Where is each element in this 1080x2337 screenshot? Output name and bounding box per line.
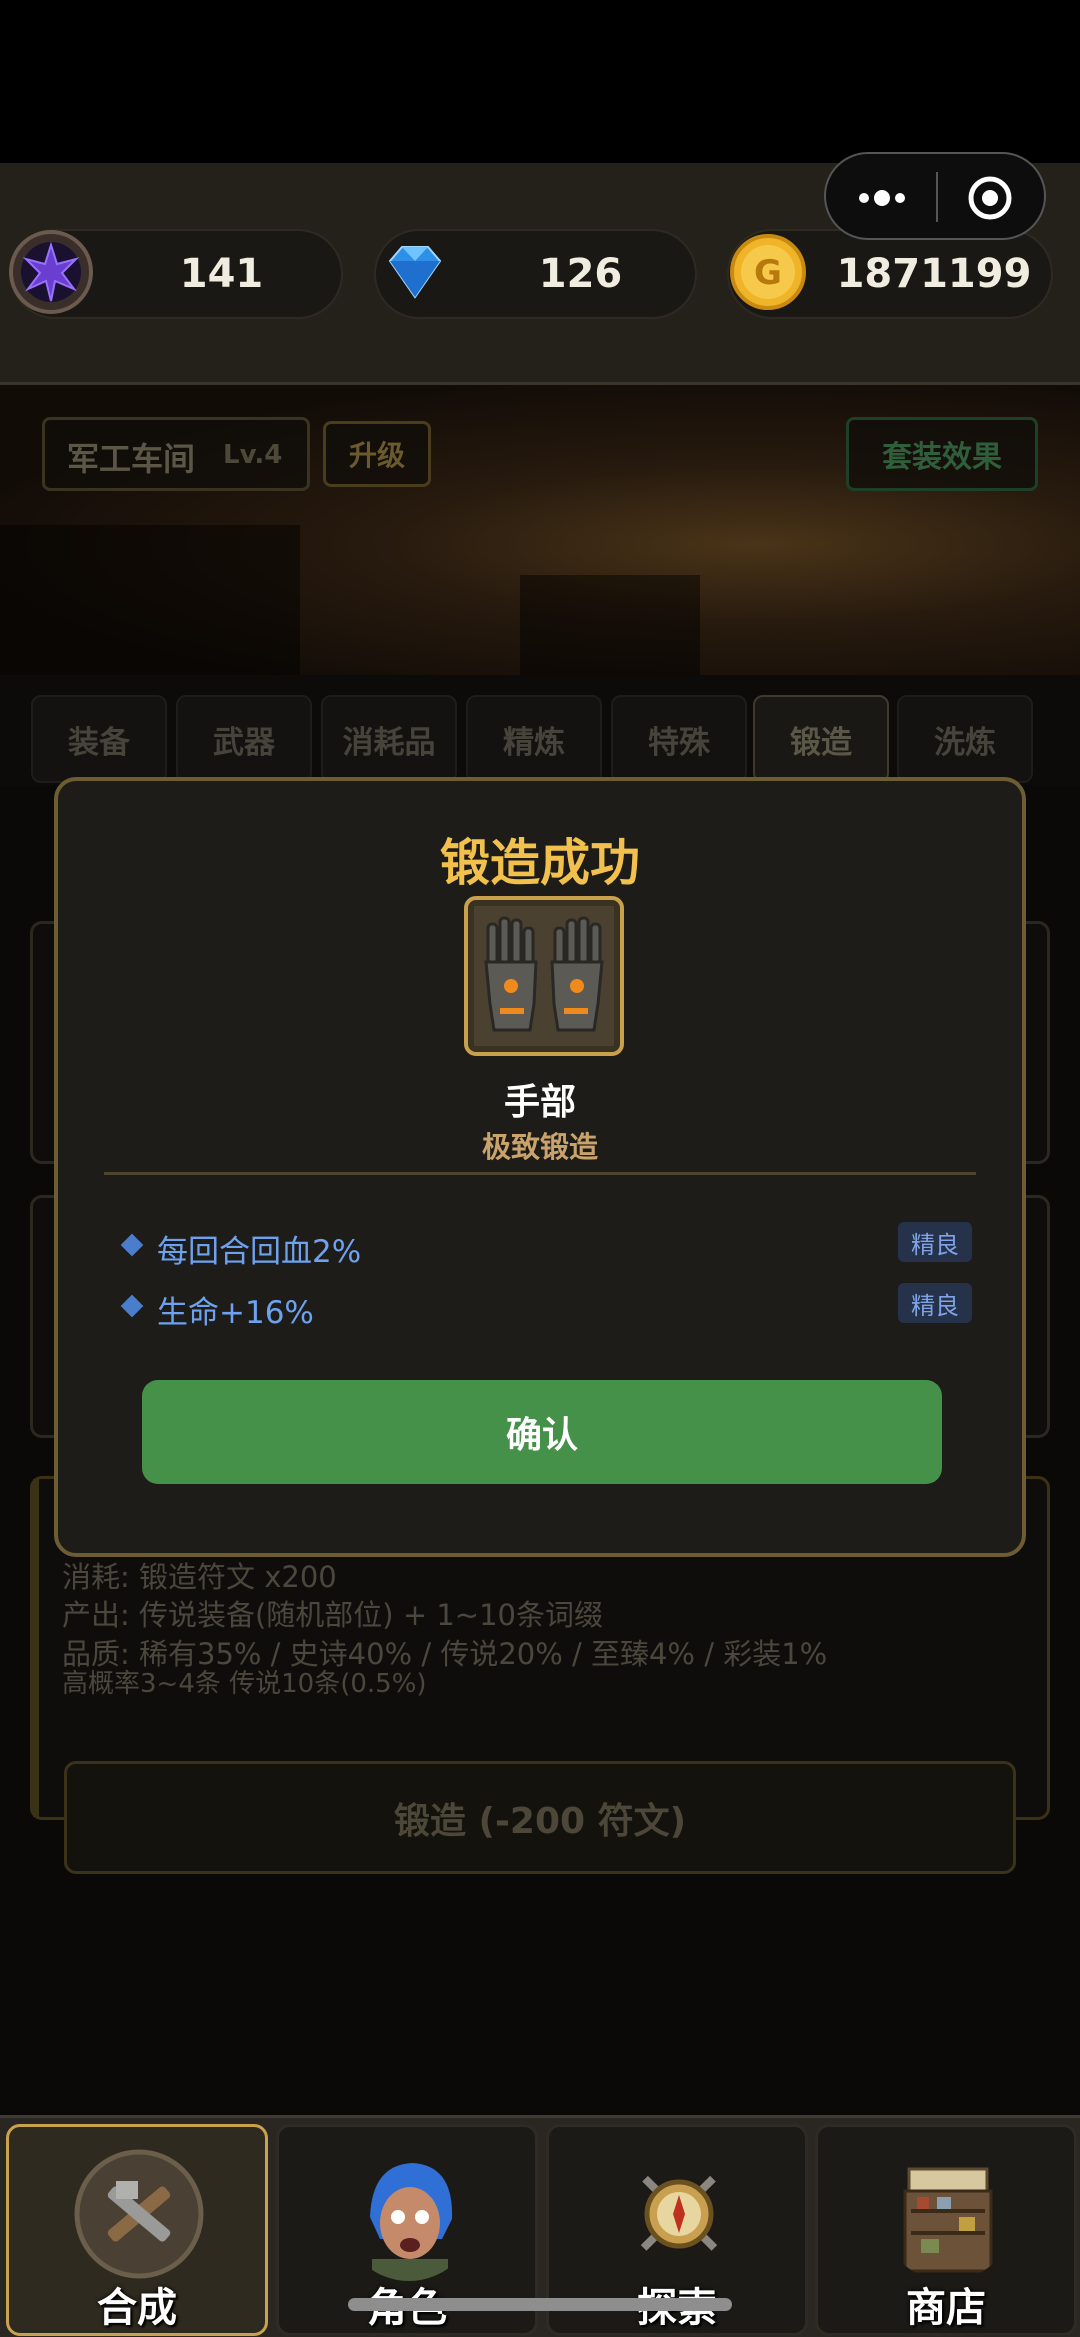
mini-program-capsule [824, 152, 1046, 240]
diamond-bullet-icon [120, 1294, 144, 1318]
workshop-level: Lv.4 [223, 440, 283, 470]
tab-consumables[interactable]: 消耗品 [321, 695, 457, 783]
tab-refine[interactable]: 精炼 [466, 695, 602, 783]
affix-text: 每回合回血2% [157, 1234, 362, 1270]
purple-rune-icon [9, 230, 93, 314]
dialog-title: 锻造成功 [440, 834, 640, 892]
gold-counter: G 1871199 [727, 229, 1053, 319]
workshop-title: 军工车间 Lv.4 [42, 417, 310, 491]
workshop-name: 军工车间 [67, 440, 196, 478]
forge-odds-text: 高概率3~4条 传说10条(0.5%) [62, 1669, 427, 1699]
affix-grade-badge: 精良 [898, 1283, 972, 1323]
upgrade-label: 升级 [348, 439, 405, 472]
item-frame [464, 896, 624, 1056]
nav-item-shop[interactable]: 商店 [815, 2124, 1077, 2336]
diamond-counter: 126 [374, 229, 697, 319]
crafting-tools-icon [74, 2149, 204, 2279]
gauntlets-icon [474, 906, 614, 1046]
forge-success-dialog: 锻造成功 手部 极致锻造 每回合回血2% 精良 生命+16% 精良 确认 [54, 777, 1026, 1557]
affix-grade-badge: 精良 [898, 1222, 972, 1262]
forge-cost-text: 消耗: 锻造符文 x200 [62, 1560, 337, 1594]
character-avatar-icon [370, 2163, 453, 2281]
confirm-button[interactable]: 确认 [142, 1380, 942, 1484]
scene-shadow [0, 525, 300, 675]
diamond-bullet-icon [120, 1233, 144, 1257]
affix-row: 每回合回血2% 精良 [120, 1222, 972, 1270]
compass-swords-icon [640, 2175, 718, 2251]
capsule-separator [936, 172, 938, 222]
tab-weapons[interactable]: 武器 [176, 695, 312, 783]
status-area [0, 0, 1080, 163]
upgrade-button[interactable]: 升级 [323, 421, 431, 487]
nav-label: 商店 [906, 2285, 986, 2331]
workshop-scene: 军工车间 Lv.4 升级 套装效果 [0, 385, 1080, 675]
item-name: 手部 [503, 1082, 576, 1123]
tab-reroll[interactable]: 洗炼 [897, 695, 1033, 783]
shop-stall-icon [903, 2167, 993, 2273]
nav-label: 合成 [97, 2285, 177, 2331]
affix-row: 生命+16% 精良 [120, 1283, 972, 1331]
forge-output-text: 产出: 传说装备(随机部位) + 1~10条词缀 [62, 1598, 604, 1632]
home-indicator [348, 2298, 732, 2311]
more-dots-icon[interactable] [850, 178, 914, 218]
nav-item-craft[interactable]: 合成 [6, 2124, 268, 2336]
close-circle-icon[interactable] [966, 174, 1014, 222]
dialog-divider [104, 1172, 976, 1175]
diamond-icon [388, 246, 442, 299]
tab-equipment[interactable]: 装备 [31, 695, 167, 783]
set-effect-button[interactable]: 套装效果 [846, 417, 1038, 491]
set-effect-label: 套装效果 [882, 440, 1002, 475]
affix-text: 生命+16% [157, 1295, 314, 1331]
tab-forge[interactable]: 锻造 [753, 695, 889, 783]
card-accent [33, 1479, 39, 1817]
tab-special[interactable]: 特殊 [611, 695, 747, 783]
item-subtitle: 极致锻造 [481, 1130, 598, 1164]
gold-value: 1871199 [836, 251, 1032, 297]
diamond-value: 126 [538, 251, 623, 297]
rune-counter: 141 [9, 229, 343, 319]
gold-coin-icon: G [730, 234, 806, 310]
forge-button[interactable]: 锻造 (-200 符文) [64, 1761, 1016, 1874]
rune-value: 141 [179, 251, 264, 297]
scene-shadow [520, 575, 700, 675]
svg-text:G: G [754, 253, 782, 293]
category-tabs: 装备 武器 消耗品 精炼 特殊 锻造 洗炼 [0, 675, 1080, 785]
